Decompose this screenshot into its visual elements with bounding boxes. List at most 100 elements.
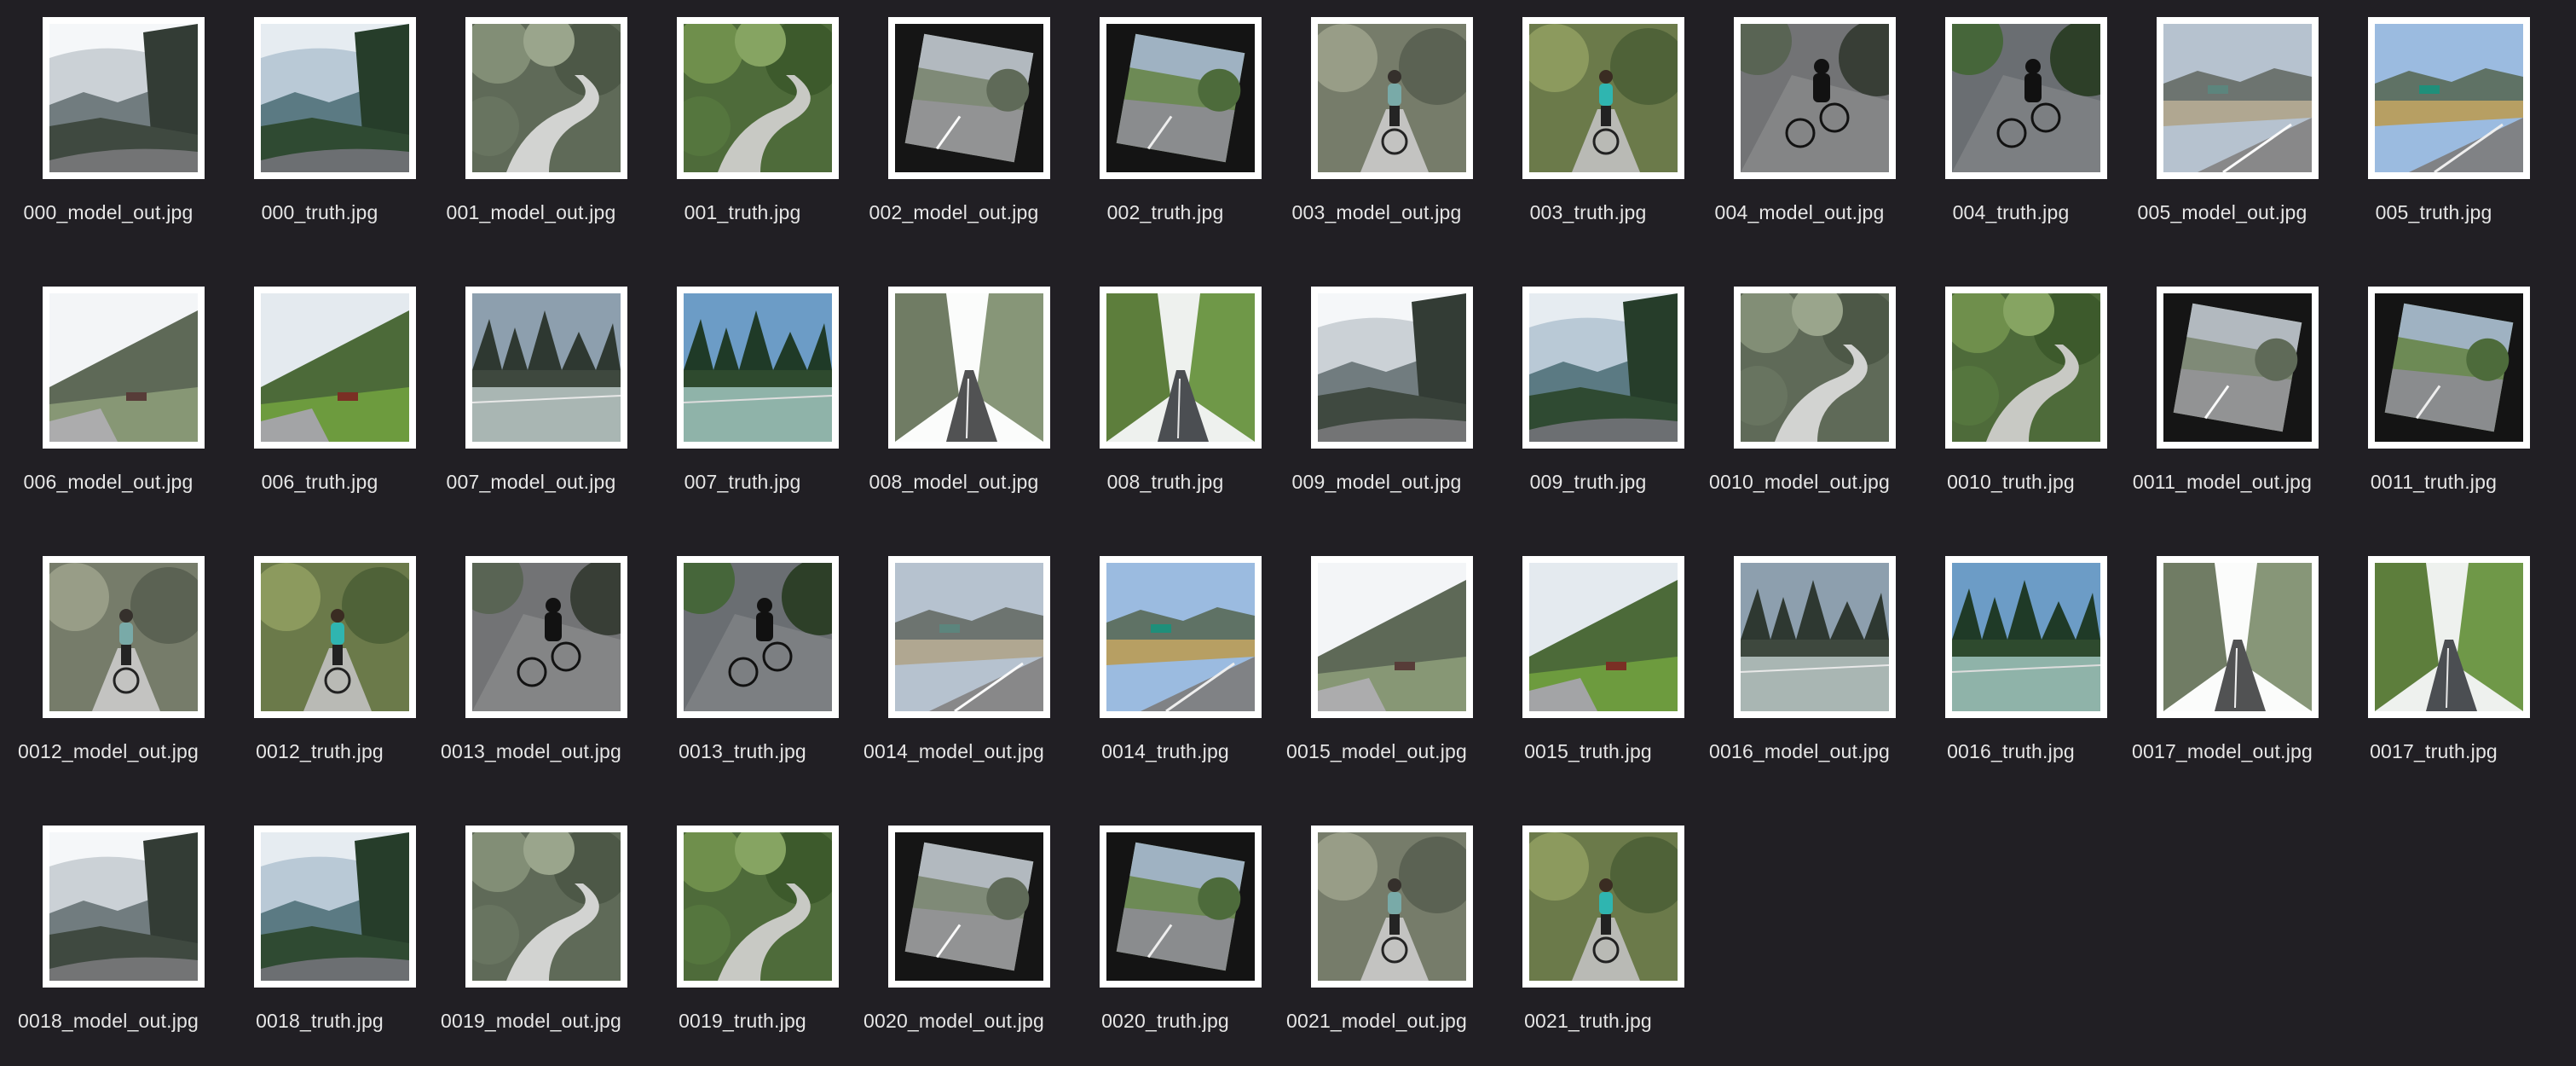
file-name[interactable]: 007_model_out.jpg xyxy=(425,471,637,494)
file-item[interactable]: 0020_model_out.jpg xyxy=(848,808,1060,1064)
file-item[interactable]: 0018_truth.jpg xyxy=(214,808,425,1064)
file-name[interactable]: 0018_model_out.jpg xyxy=(3,1010,214,1033)
file-thumbnail[interactable] xyxy=(1100,287,1262,449)
file-thumbnail[interactable] xyxy=(254,17,416,179)
file-name[interactable]: 000_model_out.jpg xyxy=(3,201,214,224)
file-name[interactable]: 0020_truth.jpg xyxy=(1060,1010,1271,1033)
file-item[interactable]: 003_truth.jpg xyxy=(1482,0,1694,256)
file-item[interactable]: 0013_truth.jpg xyxy=(637,539,848,795)
file-item[interactable]: 0012_truth.jpg xyxy=(214,539,425,795)
file-thumbnail[interactable] xyxy=(465,556,627,718)
file-thumbnail[interactable] xyxy=(1945,287,2107,449)
file-item[interactable]: 0019_truth.jpg xyxy=(637,808,848,1064)
file-thumbnail[interactable] xyxy=(2157,287,2319,449)
file-thumbnail[interactable] xyxy=(2368,287,2530,449)
file-thumbnail[interactable] xyxy=(677,17,839,179)
file-thumbnail[interactable] xyxy=(1522,17,1684,179)
file-name[interactable]: 008_model_out.jpg xyxy=(848,471,1060,494)
file-name[interactable]: 009_model_out.jpg xyxy=(1271,471,1482,494)
file-thumbnail[interactable] xyxy=(1522,556,1684,718)
file-item[interactable]: 008_truth.jpg xyxy=(1060,269,1271,525)
file-thumbnail[interactable] xyxy=(2368,17,2530,179)
file-name[interactable]: 0015_model_out.jpg xyxy=(1271,740,1482,763)
file-name[interactable]: 009_truth.jpg xyxy=(1482,471,1694,494)
file-name[interactable]: 0015_truth.jpg xyxy=(1482,740,1694,763)
file-name[interactable]: 0014_model_out.jpg xyxy=(848,740,1060,763)
file-item[interactable]: 0021_model_out.jpg xyxy=(1271,808,1482,1064)
file-name[interactable]: 0021_model_out.jpg xyxy=(1271,1010,1482,1033)
file-item[interactable]: 0011_truth.jpg xyxy=(2328,269,2539,525)
file-name[interactable]: 0020_model_out.jpg xyxy=(848,1010,1060,1033)
file-item[interactable]: 009_model_out.jpg xyxy=(1271,269,1482,525)
file-name[interactable]: 0017_truth.jpg xyxy=(2328,740,2539,763)
file-thumbnail[interactable] xyxy=(43,556,205,718)
file-item[interactable]: 0017_model_out.jpg xyxy=(2117,539,2328,795)
file-thumbnail[interactable] xyxy=(2368,556,2530,718)
file-item[interactable]: 0018_model_out.jpg xyxy=(3,808,214,1064)
file-thumbnail[interactable] xyxy=(1945,556,2107,718)
file-thumbnail[interactable] xyxy=(1311,17,1473,179)
file-thumbnail[interactable] xyxy=(254,826,416,988)
file-name[interactable]: 0019_model_out.jpg xyxy=(425,1010,637,1033)
file-name[interactable]: 001_model_out.jpg xyxy=(425,201,637,224)
file-thumbnail[interactable] xyxy=(677,826,839,988)
file-item[interactable]: 0014_truth.jpg xyxy=(1060,539,1271,795)
file-thumbnail[interactable] xyxy=(1734,17,1896,179)
file-thumbnail[interactable] xyxy=(2157,17,2319,179)
file-thumbnail[interactable] xyxy=(1734,287,1896,449)
file-item[interactable]: 007_model_out.jpg xyxy=(425,269,637,525)
file-thumbnail[interactable] xyxy=(254,287,416,449)
file-name[interactable]: 0017_model_out.jpg xyxy=(2117,740,2328,763)
file-item[interactable]: 0014_model_out.jpg xyxy=(848,539,1060,795)
file-item[interactable]: 004_model_out.jpg xyxy=(1694,0,1905,256)
file-name[interactable]: 005_model_out.jpg xyxy=(2117,201,2328,224)
file-thumbnail[interactable] xyxy=(43,826,205,988)
file-item[interactable]: 0016_truth.jpg xyxy=(1905,539,2117,795)
file-item[interactable]: 001_model_out.jpg xyxy=(425,0,637,256)
file-thumbnail[interactable] xyxy=(677,556,839,718)
file-name[interactable]: 0010_truth.jpg xyxy=(1905,471,2117,494)
file-thumbnail[interactable] xyxy=(1522,287,1684,449)
file-thumbnail[interactable] xyxy=(1522,826,1684,988)
file-name[interactable]: 007_truth.jpg xyxy=(637,471,848,494)
file-name[interactable]: 008_truth.jpg xyxy=(1060,471,1271,494)
file-item[interactable]: 0013_model_out.jpg xyxy=(425,539,637,795)
file-item[interactable]: 000_model_out.jpg xyxy=(3,0,214,256)
file-name[interactable]: 0010_model_out.jpg xyxy=(1694,471,1905,494)
file-name[interactable]: 0016_model_out.jpg xyxy=(1694,740,1905,763)
file-item[interactable]: 0010_truth.jpg xyxy=(1905,269,2117,525)
file-item[interactable]: 0010_model_out.jpg xyxy=(1694,269,1905,525)
file-thumbnail[interactable] xyxy=(1311,287,1473,449)
file-thumbnail[interactable] xyxy=(1311,556,1473,718)
file-name[interactable]: 004_model_out.jpg xyxy=(1694,201,1905,224)
file-item[interactable]: 002_model_out.jpg xyxy=(848,0,1060,256)
file-thumbnail[interactable] xyxy=(888,826,1050,988)
file-item[interactable]: 004_truth.jpg xyxy=(1905,0,2117,256)
file-item[interactable]: 003_model_out.jpg xyxy=(1271,0,1482,256)
file-item[interactable]: 000_truth.jpg xyxy=(214,0,425,256)
file-thumbnail[interactable] xyxy=(43,17,205,179)
file-thumbnail[interactable] xyxy=(465,826,627,988)
file-name[interactable]: 0014_truth.jpg xyxy=(1060,740,1271,763)
file-item[interactable]: 0011_model_out.jpg xyxy=(2117,269,2328,525)
file-item[interactable]: 001_truth.jpg xyxy=(637,0,848,256)
file-item[interactable]: 0017_truth.jpg xyxy=(2328,539,2539,795)
file-thumbnail[interactable] xyxy=(1100,826,1262,988)
file-name[interactable]: 003_truth.jpg xyxy=(1482,201,1694,224)
file-item[interactable]: 007_truth.jpg xyxy=(637,269,848,525)
file-name[interactable]: 001_truth.jpg xyxy=(637,201,848,224)
file-name[interactable]: 0011_truth.jpg xyxy=(2328,471,2539,494)
file-name[interactable]: 0012_truth.jpg xyxy=(214,740,425,763)
file-thumbnail[interactable] xyxy=(465,287,627,449)
file-name[interactable]: 0012_model_out.jpg xyxy=(3,740,214,763)
file-item[interactable]: 005_model_out.jpg xyxy=(2117,0,2328,256)
file-thumbnail[interactable] xyxy=(888,17,1050,179)
file-name[interactable]: 006_model_out.jpg xyxy=(3,471,214,494)
file-name[interactable]: 003_model_out.jpg xyxy=(1271,201,1482,224)
file-thumbnail[interactable] xyxy=(888,287,1050,449)
file-item[interactable]: 0015_model_out.jpg xyxy=(1271,539,1482,795)
file-item[interactable]: 002_truth.jpg xyxy=(1060,0,1271,256)
file-item[interactable]: 008_model_out.jpg xyxy=(848,269,1060,525)
file-thumbnail[interactable] xyxy=(465,17,627,179)
file-item[interactable]: 0019_model_out.jpg xyxy=(425,808,637,1064)
